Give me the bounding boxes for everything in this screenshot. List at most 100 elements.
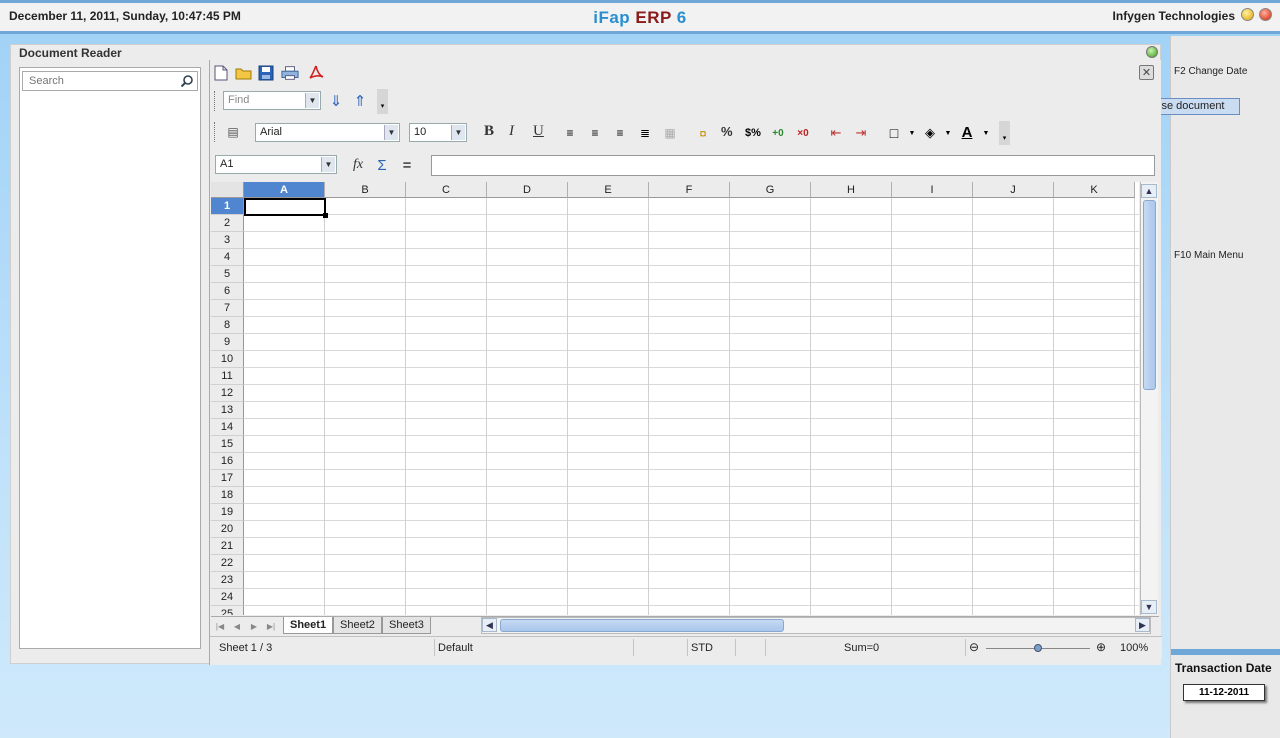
font-name-select[interactable]: Arial ▼ <box>255 123 400 142</box>
column-header-g[interactable]: G <box>730 182 811 198</box>
new-document-icon[interactable] <box>212 64 230 82</box>
justify-icon[interactable]: ≣ <box>636 124 654 142</box>
function-wizard-icon[interactable]: fx <box>349 156 367 174</box>
toolbar-grip[interactable] <box>214 91 216 111</box>
transaction-date-field[interactable]: 11-12-2011 <box>1183 684 1265 701</box>
decrease-indent-icon[interactable]: ⇤ <box>827 124 845 142</box>
chevron-down-icon[interactable]: ▼ <box>384 125 398 140</box>
vertical-scroll-thumb[interactable] <box>1143 200 1156 390</box>
currency-format-icon[interactable]: ¤ <box>694 124 712 142</box>
row-header-16[interactable]: 16 <box>211 453 244 470</box>
row-header-18[interactable]: 18 <box>211 487 244 504</box>
row-header-20[interactable]: 20 <box>211 521 244 538</box>
row-header-2[interactable]: 2 <box>211 215 244 232</box>
zoom-slider-knob[interactable] <box>1034 644 1042 652</box>
row-header-25[interactable]: 25 <box>211 606 244 615</box>
add-decimal-icon[interactable]: +0 <box>769 124 787 142</box>
zoom-in-icon[interactable]: ⊕ <box>1096 640 1106 654</box>
name-box[interactable]: A1 ▼ <box>215 155 337 174</box>
find-previous-icon[interactable]: ⇑ <box>351 92 369 110</box>
find-next-icon[interactable]: ⇓ <box>327 92 345 110</box>
delete-decimal-icon[interactable]: ×0 <box>794 124 812 142</box>
horizontal-scrollbar[interactable]: ◀ ▶ <box>481 617 1151 634</box>
column-header-b[interactable]: B <box>325 182 406 198</box>
merge-cells-icon[interactable]: ▦ <box>661 124 679 142</box>
row-header-12[interactable]: 12 <box>211 385 244 402</box>
toolbar-overflow-icon[interactable]: ▾ <box>377 89 388 114</box>
active-cell-a1[interactable] <box>244 198 326 216</box>
chevron-down-icon[interactable]: ▼ <box>977 124 995 142</box>
column-header-i[interactable]: I <box>892 182 973 198</box>
export-pdf-icon[interactable] <box>307 64 325 82</box>
row-header-5[interactable]: 5 <box>211 266 244 283</box>
font-size-select[interactable]: 10 ▼ <box>409 123 467 142</box>
column-header-c[interactable]: C <box>406 182 487 198</box>
borders-icon[interactable]: □ <box>885 124 903 142</box>
row-header-19[interactable]: 19 <box>211 504 244 521</box>
spreadsheet-grid[interactable]: ABCDEFGHIJK 1 2 3 4 5 6 7 8 9 10 11 12 13 14 15 16 17 18 1… <box>211 182 1139 615</box>
chevron-down-icon[interactable]: ▼ <box>321 157 335 172</box>
minimize-button[interactable] <box>1241 8 1254 21</box>
row-header-14[interactable]: 14 <box>211 419 244 436</box>
scroll-down-icon[interactable]: ▼ <box>1141 600 1157 614</box>
row-header-11[interactable]: 11 <box>211 368 244 385</box>
row-header-4[interactable]: 4 <box>211 249 244 266</box>
italic-button[interactable]: I <box>509 123 514 140</box>
bold-button[interactable]: B <box>484 123 494 140</box>
scroll-right-icon[interactable]: ▶ <box>1135 618 1150 632</box>
previous-sheet-icon[interactable]: ◀ <box>230 619 244 633</box>
background-color-icon[interactable]: ◈ <box>921 124 939 142</box>
zoom-out-icon[interactable]: ⊖ <box>969 640 979 654</box>
row-header-21[interactable]: 21 <box>211 538 244 555</box>
row-header-22[interactable]: 22 <box>211 555 244 572</box>
align-center-icon[interactable]: ≡ <box>586 124 604 142</box>
f10-main-menu-link[interactable]: F10 Main Menu <box>1174 250 1243 261</box>
vertical-scrollbar[interactable]: ▲ ▼ <box>1140 182 1158 615</box>
column-header-j[interactable]: J <box>973 182 1054 198</box>
search-icon[interactable] <box>180 74 194 88</box>
row-header-6[interactable]: 6 <box>211 283 244 300</box>
cell-area[interactable] <box>244 198 1139 615</box>
formula-input[interactable] <box>431 155 1155 176</box>
fill-handle[interactable] <box>323 213 328 218</box>
close-document-icon[interactable]: ✕ <box>1139 65 1154 80</box>
sheet-tab-1[interactable]: Sheet1 <box>283 617 334 634</box>
column-header-e[interactable]: E <box>568 182 649 198</box>
chevron-down-icon[interactable]: ▼ <box>451 125 465 140</box>
save-icon[interactable] <box>257 64 275 82</box>
open-folder-icon[interactable] <box>234 64 252 82</box>
row-header-17[interactable]: 17 <box>211 470 244 487</box>
styles-icon[interactable]: ▤ <box>224 123 242 141</box>
close-app-button[interactable] <box>1259 8 1272 21</box>
underline-button[interactable]: U <box>533 123 544 140</box>
align-left-icon[interactable]: ≡ <box>561 124 579 142</box>
f2-change-date-link[interactable]: F2 Change Date <box>1174 66 1247 77</box>
chevron-down-icon[interactable]: ▼ <box>305 93 319 108</box>
print-icon[interactable] <box>281 64 299 82</box>
horizontal-scroll-thumb[interactable] <box>500 619 784 632</box>
toolbar-grip[interactable] <box>214 122 216 142</box>
sheet-tab-3[interactable]: Sheet3 <box>382 617 431 634</box>
align-right-icon[interactable]: ≡ <box>611 124 629 142</box>
maximize-button[interactable] <box>1146 46 1158 58</box>
row-header-3[interactable]: 3 <box>211 232 244 249</box>
scroll-left-icon[interactable]: ◀ <box>482 618 497 632</box>
toolbar-overflow-icon[interactable]: ▾ <box>999 121 1010 145</box>
search-input[interactable] <box>23 72 173 90</box>
first-sheet-icon[interactable]: |◀ <box>213 619 227 633</box>
row-header-24[interactable]: 24 <box>211 589 244 606</box>
row-header-7[interactable]: 7 <box>211 300 244 317</box>
sheet-tab-2[interactable]: Sheet2 <box>333 617 382 634</box>
column-header-h[interactable]: H <box>811 182 892 198</box>
function-equals-icon[interactable]: = <box>398 156 416 174</box>
font-color-icon[interactable]: A <box>958 123 976 141</box>
column-header-k[interactable]: K <box>1054 182 1135 198</box>
row-header-23[interactable]: 23 <box>211 572 244 589</box>
percent-format-button[interactable]: % <box>721 124 733 139</box>
chevron-down-icon[interactable]: ▼ <box>903 124 921 142</box>
next-sheet-icon[interactable]: ▶ <box>247 619 261 633</box>
row-header-9[interactable]: 9 <box>211 334 244 351</box>
sum-icon[interactable]: Σ <box>373 156 391 174</box>
select-all-corner[interactable] <box>211 182 244 198</box>
search-box[interactable] <box>22 71 198 91</box>
